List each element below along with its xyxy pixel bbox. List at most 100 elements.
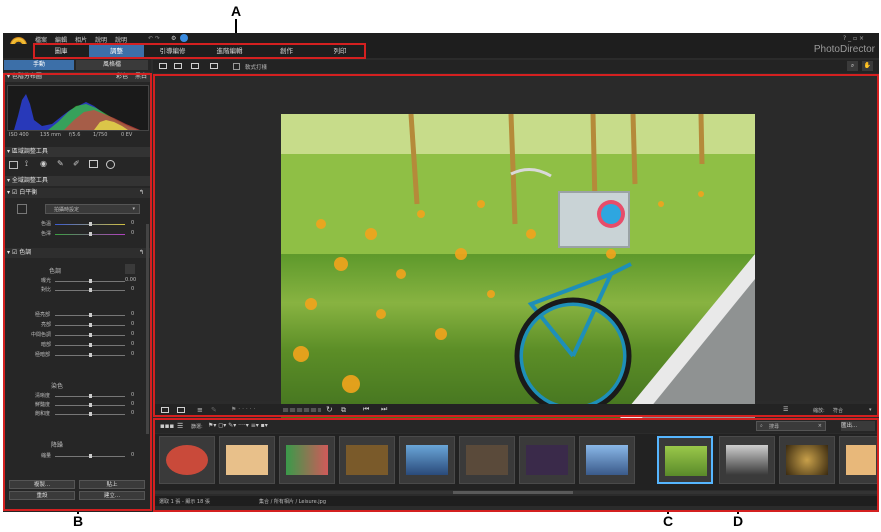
reset-tone-icon[interactable]: ↰ bbox=[139, 248, 144, 258]
white-balance-header[interactable]: ▾ ☑ 白平衡 ↰ bbox=[4, 188, 150, 198]
viewer-bottom-toolbar: ≡ ✎ ⚑ · · · · · ↻ ⧉ ⏮ ⏭ ☰ 縮放: 符合 ▾ bbox=[153, 404, 879, 416]
single-view-icon[interactable] bbox=[161, 407, 169, 413]
thumbnail-view-icon[interactable]: ▪▪▪ bbox=[160, 422, 174, 430]
filmstrip-thumb-12[interactable] bbox=[839, 436, 879, 484]
tab-guided[interactable]: 引導編修 bbox=[144, 45, 201, 57]
menu-file[interactable]: 檔案 bbox=[35, 35, 47, 44]
tone-picker-icon[interactable] bbox=[125, 264, 135, 274]
tone-header[interactable]: ▾ ☑ 色調 ↰ bbox=[4, 248, 150, 258]
filmstrip-thumb-1[interactable] bbox=[159, 436, 215, 484]
undo-icon[interactable]: ↶ ↷ bbox=[148, 35, 160, 42]
panel-scrollbar[interactable] bbox=[146, 224, 149, 434]
split-view-icon[interactable] bbox=[177, 407, 185, 413]
list-view-icon[interactable]: ☰ bbox=[177, 422, 183, 430]
histogram-header[interactable]: ▾ 色階分布圖 彩色 黑白 bbox=[4, 72, 150, 82]
amount-slider[interactable] bbox=[55, 454, 125, 458]
menu-edit[interactable]: 編輯 bbox=[55, 35, 67, 44]
menu-photo[interactable]: 相片 bbox=[75, 35, 87, 44]
temperature-slider[interactable] bbox=[55, 222, 125, 226]
viewer-top-toolbar: 軟式打樣 ⌕ ✋ bbox=[153, 60, 879, 73]
tab-adjust[interactable]: 調整 bbox=[89, 45, 144, 57]
saturation-slider[interactable] bbox=[55, 412, 125, 416]
spot-removal-icon[interactable]: ⟟ bbox=[25, 159, 28, 169]
paste-button[interactable]: 貼上 bbox=[79, 480, 145, 489]
filmstrip-thumb-8[interactable] bbox=[579, 436, 635, 484]
tab-advanced[interactable]: 進階編輯 bbox=[201, 45, 258, 57]
brush-icon[interactable]: ✎ bbox=[57, 159, 64, 168]
filmstrip-thumb-7[interactable] bbox=[519, 436, 575, 484]
hand-icon[interactable]: ✋ bbox=[862, 61, 873, 71]
highlights-slider[interactable] bbox=[55, 323, 125, 327]
copy-button[interactable]: 複製... bbox=[9, 480, 75, 489]
softproof-label: 軟式打樣 bbox=[245, 65, 268, 71]
red-eye-icon[interactable]: ◉ bbox=[40, 159, 47, 168]
tint-slider[interactable] bbox=[55, 232, 125, 236]
create-preset-button[interactable]: 建立... bbox=[79, 491, 145, 500]
zoom-value[interactable]: 符合 bbox=[833, 407, 843, 414]
tone-subtitle: 色調 bbox=[49, 268, 62, 275]
photodirector-window: 檔案 編輯 相片 說明 說明 ↶ ↷ ⚙ ? _ ▫ × 圖庫 調整 引導編修 … bbox=[3, 33, 879, 512]
filmstrip-scrollbar[interactable] bbox=[153, 491, 879, 494]
regional-tools-header[interactable]: ▾ 區域調整工具 bbox=[4, 147, 150, 157]
histogram-bw[interactable]: 黑白 bbox=[135, 72, 147, 82]
crop-view-icon[interactable]: ⧉ bbox=[341, 406, 346, 415]
filmstrip-thumb-10[interactable] bbox=[719, 436, 775, 484]
exposure-slider[interactable] bbox=[55, 279, 125, 283]
crop-icon[interactable] bbox=[9, 161, 18, 169]
gradient-icon[interactable]: ✐ bbox=[73, 159, 80, 168]
window-controls-icon[interactable]: ? _ ▫ × bbox=[843, 35, 864, 42]
contrast-slider[interactable] bbox=[55, 288, 125, 292]
filmstrip-thumb-6[interactable] bbox=[459, 436, 515, 484]
whites-slider[interactable] bbox=[55, 313, 125, 317]
tone-sliders-4: 縮量 0 bbox=[41, 452, 135, 459]
filmstrip-thumb-3[interactable] bbox=[279, 436, 335, 484]
info-icon[interactable]: ☰ bbox=[783, 406, 788, 413]
settings-icon[interactable]: ⚙ bbox=[171, 35, 176, 42]
tab-manual[interactable]: 手動 bbox=[4, 60, 74, 70]
blacks-slider[interactable] bbox=[55, 353, 125, 357]
global-tools-header[interactable]: ▾ 全域調整工具 bbox=[4, 176, 150, 186]
tab-create[interactable]: 創作 bbox=[258, 45, 315, 57]
pen-icon[interactable]: ✎ bbox=[211, 406, 217, 414]
prev-photo-icon[interactable]: ⏮ bbox=[363, 405, 369, 414]
sort-icon[interactable]: ≡ bbox=[197, 406, 203, 414]
tone-sliders-3: 清晰度 0 鮮豔度 0 飽和度 0 bbox=[35, 392, 135, 417]
search-input[interactable]: ⌕ 搜尋 × bbox=[756, 421, 826, 431]
flag-icon[interactable]: ⚑ · · · · · bbox=[231, 406, 255, 413]
display-icon[interactable] bbox=[210, 63, 218, 69]
vibrance-slider[interactable] bbox=[55, 403, 125, 407]
notification-icon[interactable] bbox=[180, 34, 188, 42]
eyedropper-icon[interactable] bbox=[17, 204, 27, 214]
clarity-slider[interactable] bbox=[55, 394, 125, 398]
export-button[interactable]: 匯出... bbox=[841, 421, 875, 431]
compare-icon[interactable] bbox=[159, 63, 167, 69]
tab-library[interactable]: 圖庫 bbox=[33, 45, 89, 57]
filmstrip-thumb-selected[interactable] bbox=[657, 436, 713, 484]
menu-view[interactable]: 說明 bbox=[95, 35, 107, 44]
filmstrip-thumb-11[interactable] bbox=[779, 436, 835, 484]
wb-preset-dropdown[interactable]: 拍攝時設定 ▾ bbox=[45, 204, 140, 214]
clear-search-icon[interactable]: × bbox=[818, 423, 822, 429]
color-labels-icon[interactable] bbox=[283, 408, 321, 412]
histogram-color[interactable]: 彩色 bbox=[116, 72, 128, 82]
softproof-checkbox[interactable] bbox=[233, 63, 240, 70]
menu-help[interactable]: 說明 bbox=[115, 35, 127, 44]
filmstrip-thumb-4[interactable] bbox=[339, 436, 395, 484]
rotate-icon[interactable]: ↻ bbox=[326, 405, 333, 414]
filmstrip-thumb-2[interactable] bbox=[219, 436, 275, 484]
filter-flag-icon[interactable]: ⚑▾ ◻▾ ✎▾ ····▾ ≡▾ ▪▾ bbox=[208, 422, 268, 429]
filmstrip-thumb-5[interactable] bbox=[399, 436, 455, 484]
radial-filter-icon[interactable] bbox=[106, 160, 115, 169]
before-after-icon[interactable] bbox=[174, 63, 182, 69]
zoom-icon[interactable]: ⌕ bbox=[847, 61, 858, 71]
midtones-slider[interactable] bbox=[55, 333, 125, 337]
tab-presets[interactable]: 風格檔 bbox=[76, 60, 148, 70]
tab-print[interactable]: 列印 bbox=[315, 45, 365, 57]
grid-icon[interactable] bbox=[191, 63, 199, 69]
zoom-chevron-icon[interactable]: ▾ bbox=[869, 407, 872, 413]
next-photo-icon[interactable]: ⏭ bbox=[381, 405, 387, 414]
graduated-filter-icon[interactable] bbox=[89, 160, 98, 168]
shadows-slider[interactable] bbox=[55, 343, 125, 347]
reset-wb-icon[interactable]: ↰ bbox=[139, 188, 144, 198]
reset-button[interactable]: 重設 bbox=[9, 491, 75, 500]
